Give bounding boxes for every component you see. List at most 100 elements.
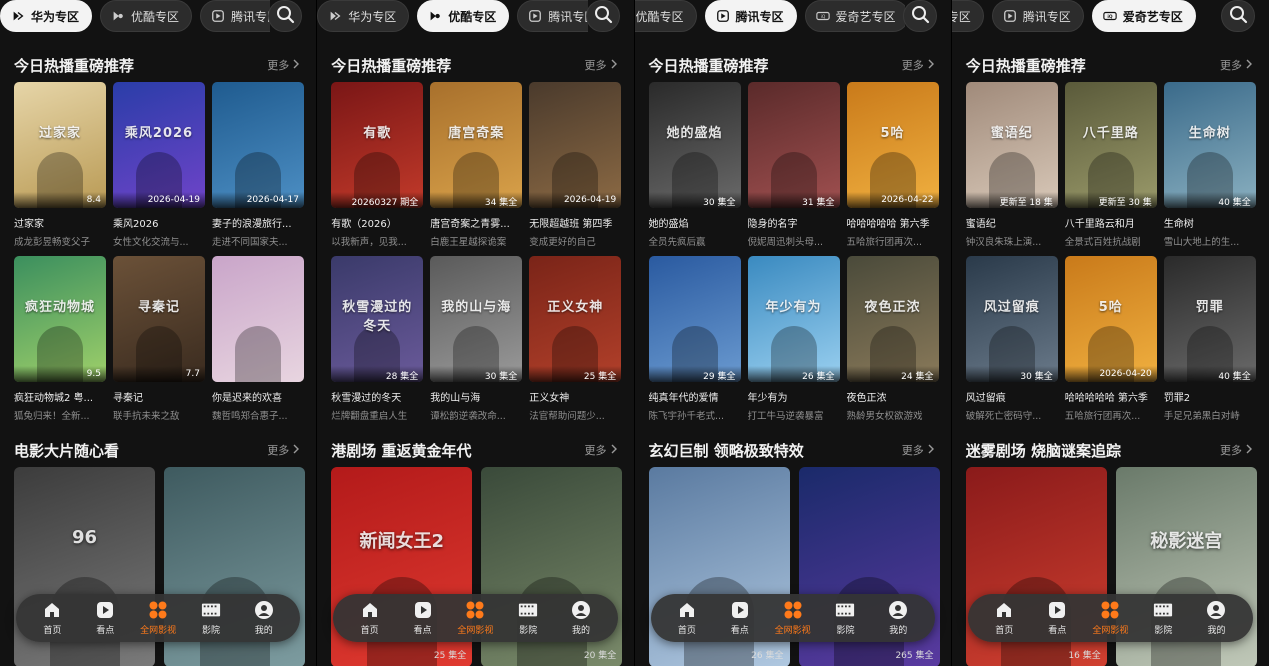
nav-home[interactable]: 首页 bbox=[980, 600, 1028, 636]
more-link[interactable]: 更多 bbox=[1220, 442, 1253, 458]
more-link[interactable]: 更多 bbox=[267, 57, 300, 73]
nav-user[interactable]: 我的 bbox=[874, 600, 922, 636]
poster-image[interactable]: 2026-04-17 bbox=[212, 82, 304, 208]
poster-image[interactable]: 疯狂动物城 9.5 bbox=[14, 256, 106, 382]
poster-image[interactable]: 八千里路 更新至 30 集 bbox=[1064, 82, 1157, 208]
nav-user[interactable]: 我的 bbox=[557, 600, 605, 636]
tab-tencent-video[interactable]: 腾讯专区 bbox=[517, 0, 588, 32]
more-link[interactable]: 更多 bbox=[585, 57, 618, 73]
nav-grid[interactable]: 全网影视 bbox=[1086, 600, 1134, 636]
video-card[interactable]: 疯狂动物城 9.5 疯狂动物城2 粤... 狐兔归来！全新... bbox=[14, 256, 106, 422]
poster-image[interactable]: 她的盛焰 30 集全 bbox=[648, 82, 741, 208]
video-card[interactable]: 过家家 8.4 过家家 成龙彭昱畅变父子 bbox=[14, 82, 106, 248]
poster-image[interactable]: 有歌 20260327 期全 bbox=[331, 82, 424, 208]
more-link[interactable]: 更多 bbox=[267, 442, 300, 458]
nav-play[interactable]: 看点 bbox=[399, 600, 447, 636]
nav-film[interactable]: 影院 bbox=[504, 600, 552, 636]
poster-image[interactable]: 31 集全 bbox=[747, 82, 840, 208]
video-card[interactable]: 乘风2026 2026-04-19 乘风2026 女性文化交流与... bbox=[113, 82, 205, 248]
nav-play[interactable]: 看点 bbox=[1033, 600, 1081, 636]
video-card[interactable]: 你是迟来的欢喜 魏哲鸣郑合惠子... bbox=[212, 256, 304, 422]
poster-image[interactable]: 年少有为 26 集全 bbox=[747, 256, 840, 382]
tab-youku[interactable]: 优酷专区 bbox=[100, 0, 193, 32]
poster-image[interactable]: 夜色正浓 24 集全 bbox=[846, 256, 939, 382]
video-card[interactable]: 2026-04-19 无限超越班 第四季 变成更好的自己 bbox=[529, 82, 622, 248]
search-button[interactable] bbox=[1221, 0, 1255, 32]
poster-image[interactable] bbox=[212, 256, 304, 382]
nav-play[interactable]: 看点 bbox=[716, 600, 764, 636]
poster-image[interactable]: 我的山与海 30 集全 bbox=[430, 256, 523, 382]
nav-grid[interactable]: 全网影视 bbox=[134, 600, 182, 636]
poster-image[interactable]: 过家家 8.4 bbox=[14, 82, 106, 208]
nav-film[interactable]: 影院 bbox=[821, 600, 869, 636]
poster-image[interactable]: 蜜语纪 更新至 18 集 bbox=[965, 82, 1058, 208]
video-card[interactable]: 她的盛焰 30 集全 她的盛焰 全员先疯后赢 bbox=[648, 82, 741, 248]
tab-huawei[interactable]: 华为专区 bbox=[317, 0, 410, 32]
video-card[interactable]: 5哈 2026-04-22 哈哈哈哈哈 第六季 五哈旅行团再次... bbox=[846, 82, 939, 248]
nav-label: 我的 bbox=[572, 626, 591, 636]
nav-home[interactable]: 首页 bbox=[663, 600, 711, 636]
video-card[interactable]: 31 集全 隐身的名字 倪妮周迅刺头母... bbox=[747, 82, 840, 248]
tab-tencent-video[interactable]: 腾讯专区 bbox=[704, 0, 797, 32]
tab-huawei[interactable]: 华为专区 bbox=[0, 0, 93, 32]
tab-youku[interactable]: 优酷专区 bbox=[634, 0, 697, 32]
video-card[interactable]: 风过留痕 30 集全 风过留痕 破解死亡密码守... bbox=[965, 256, 1058, 422]
nav-film[interactable]: 影院 bbox=[1139, 600, 1187, 636]
nav-home[interactable]: 首页 bbox=[28, 600, 76, 636]
video-card[interactable]: 2026-04-17 妻子的浪漫旅行... 走进不同国家夫... bbox=[212, 82, 304, 248]
tab-scroller[interactable]: 华为专区 优酷专区 腾讯专区 bbox=[317, 0, 588, 32]
poster-image[interactable]: 29 集全 bbox=[648, 256, 741, 382]
tab-iqiyi[interactable]: iQ 爱奇艺专区 bbox=[1091, 0, 1196, 32]
more-link[interactable]: 更多 bbox=[1220, 57, 1253, 73]
nav-play[interactable]: 看点 bbox=[81, 600, 129, 636]
video-card[interactable]: 八千里路 更新至 30 集八千里路云和月 全景式百姓抗战剧 bbox=[1064, 82, 1157, 248]
poster-image[interactable]: 生命树 40 集全 bbox=[1163, 82, 1256, 208]
tab-tencent-video[interactable]: 腾讯专区 bbox=[200, 0, 271, 32]
more-link[interactable]: 更多 bbox=[902, 57, 935, 73]
video-card[interactable]: 有歌 20260327 期全 有歌（2026） 以我新声，见我... bbox=[331, 82, 424, 248]
nav-grid[interactable]: 全网影视 bbox=[451, 600, 499, 636]
video-card[interactable]: 罚罪 40 集全 罚罪2 手足兄弟黑白对峙 bbox=[1163, 256, 1256, 422]
tencent-video-icon bbox=[716, 9, 730, 23]
nav-user[interactable]: 我的 bbox=[1192, 600, 1240, 636]
more-link[interactable]: 更多 bbox=[902, 442, 935, 458]
nav-label: 影院 bbox=[836, 626, 855, 636]
grid-icon bbox=[1100, 600, 1120, 620]
tab-scroller[interactable]: 优酷专区 腾讯专区 iQ 爱奇艺专区 bbox=[634, 0, 905, 32]
nav-grid[interactable]: 全网影视 bbox=[769, 600, 817, 636]
nav-film[interactable]: 影院 bbox=[187, 600, 235, 636]
tab-scroller[interactable]: 华为专区 优酷专区 腾讯专区 bbox=[0, 0, 271, 32]
search-button[interactable] bbox=[268, 0, 303, 32]
search-button[interactable] bbox=[902, 0, 937, 32]
more-link[interactable]: 更多 bbox=[585, 442, 618, 458]
tab-youku[interactable]: 优酷专区 bbox=[951, 0, 984, 32]
video-card[interactable]: 年少有为 26 集全 年少有为 打工牛马逆袭暴富 bbox=[747, 256, 840, 422]
video-card[interactable]: 正义女神 25 集全 正义女神 法官帮助问题少... bbox=[529, 256, 622, 422]
video-card[interactable]: 生命树 40 集全 生命树 雪山大地上的生... bbox=[1163, 82, 1256, 248]
video-card[interactable]: 唐宫奇案 34 集全 唐宫奇案之青雾... 白鹿王星越探诡案 bbox=[430, 82, 523, 248]
video-card[interactable]: 5哈 2026-04-20 哈哈哈哈哈 第六季 五哈旅行团再次... bbox=[1064, 256, 1157, 422]
poster-image[interactable]: 秋雪漫过的冬天 28 集全 bbox=[331, 256, 424, 382]
video-card[interactable]: 寻秦记 7.7 寻秦记 联手抗未来之敌 bbox=[113, 256, 205, 422]
poster-image[interactable]: 风过留痕 30 集全 bbox=[965, 256, 1058, 382]
nav-home[interactable]: 首页 bbox=[346, 600, 394, 636]
tab-youku[interactable]: 优酷专区 bbox=[417, 0, 510, 32]
video-card[interactable]: 我的山与海 30 集全 我的山与海 谭松韵逆袭改命... bbox=[430, 256, 523, 422]
poster-image[interactable]: 乘风2026 2026-04-19 bbox=[113, 82, 205, 208]
poster-image[interactable]: 寻秦记 7.7 bbox=[113, 256, 205, 382]
poster-image[interactable]: 唐宫奇案 34 集全 bbox=[430, 82, 523, 208]
poster-image[interactable]: 正义女神 25 集全 bbox=[529, 256, 622, 382]
poster-image[interactable]: 2026-04-19 bbox=[529, 82, 622, 208]
tab-scroller[interactable]: 优酷专区 腾讯专区 iQ 爱奇艺专区 bbox=[951, 0, 1223, 32]
video-card[interactable]: 蜜语纪 更新至 18 集蜜语纪 钟汉良朱珠上演... bbox=[965, 82, 1058, 248]
video-card[interactable]: 秋雪漫过的冬天 28 集全 秋雪漫过的冬天 烂牌翻盘重启人生 bbox=[331, 256, 424, 422]
video-card[interactable]: 29 集全 纯真年代的爱情 陈飞宇孙千老式... bbox=[648, 256, 741, 422]
poster-image[interactable]: 5哈 2026-04-22 bbox=[846, 82, 939, 208]
poster-image[interactable]: 罚罪 40 集全 bbox=[1163, 256, 1256, 382]
poster-image[interactable]: 5哈 2026-04-20 bbox=[1064, 256, 1157, 382]
nav-user[interactable]: 我的 bbox=[240, 600, 288, 636]
tab-tencent-video[interactable]: 腾讯专区 bbox=[991, 0, 1084, 32]
search-button[interactable] bbox=[585, 0, 620, 32]
tab-iqiyi[interactable]: iQ 爱奇艺专区 bbox=[804, 0, 905, 32]
video-card[interactable]: 夜色正浓 24 集全 夜色正浓 熟龄男女权欲游戏 bbox=[846, 256, 939, 422]
